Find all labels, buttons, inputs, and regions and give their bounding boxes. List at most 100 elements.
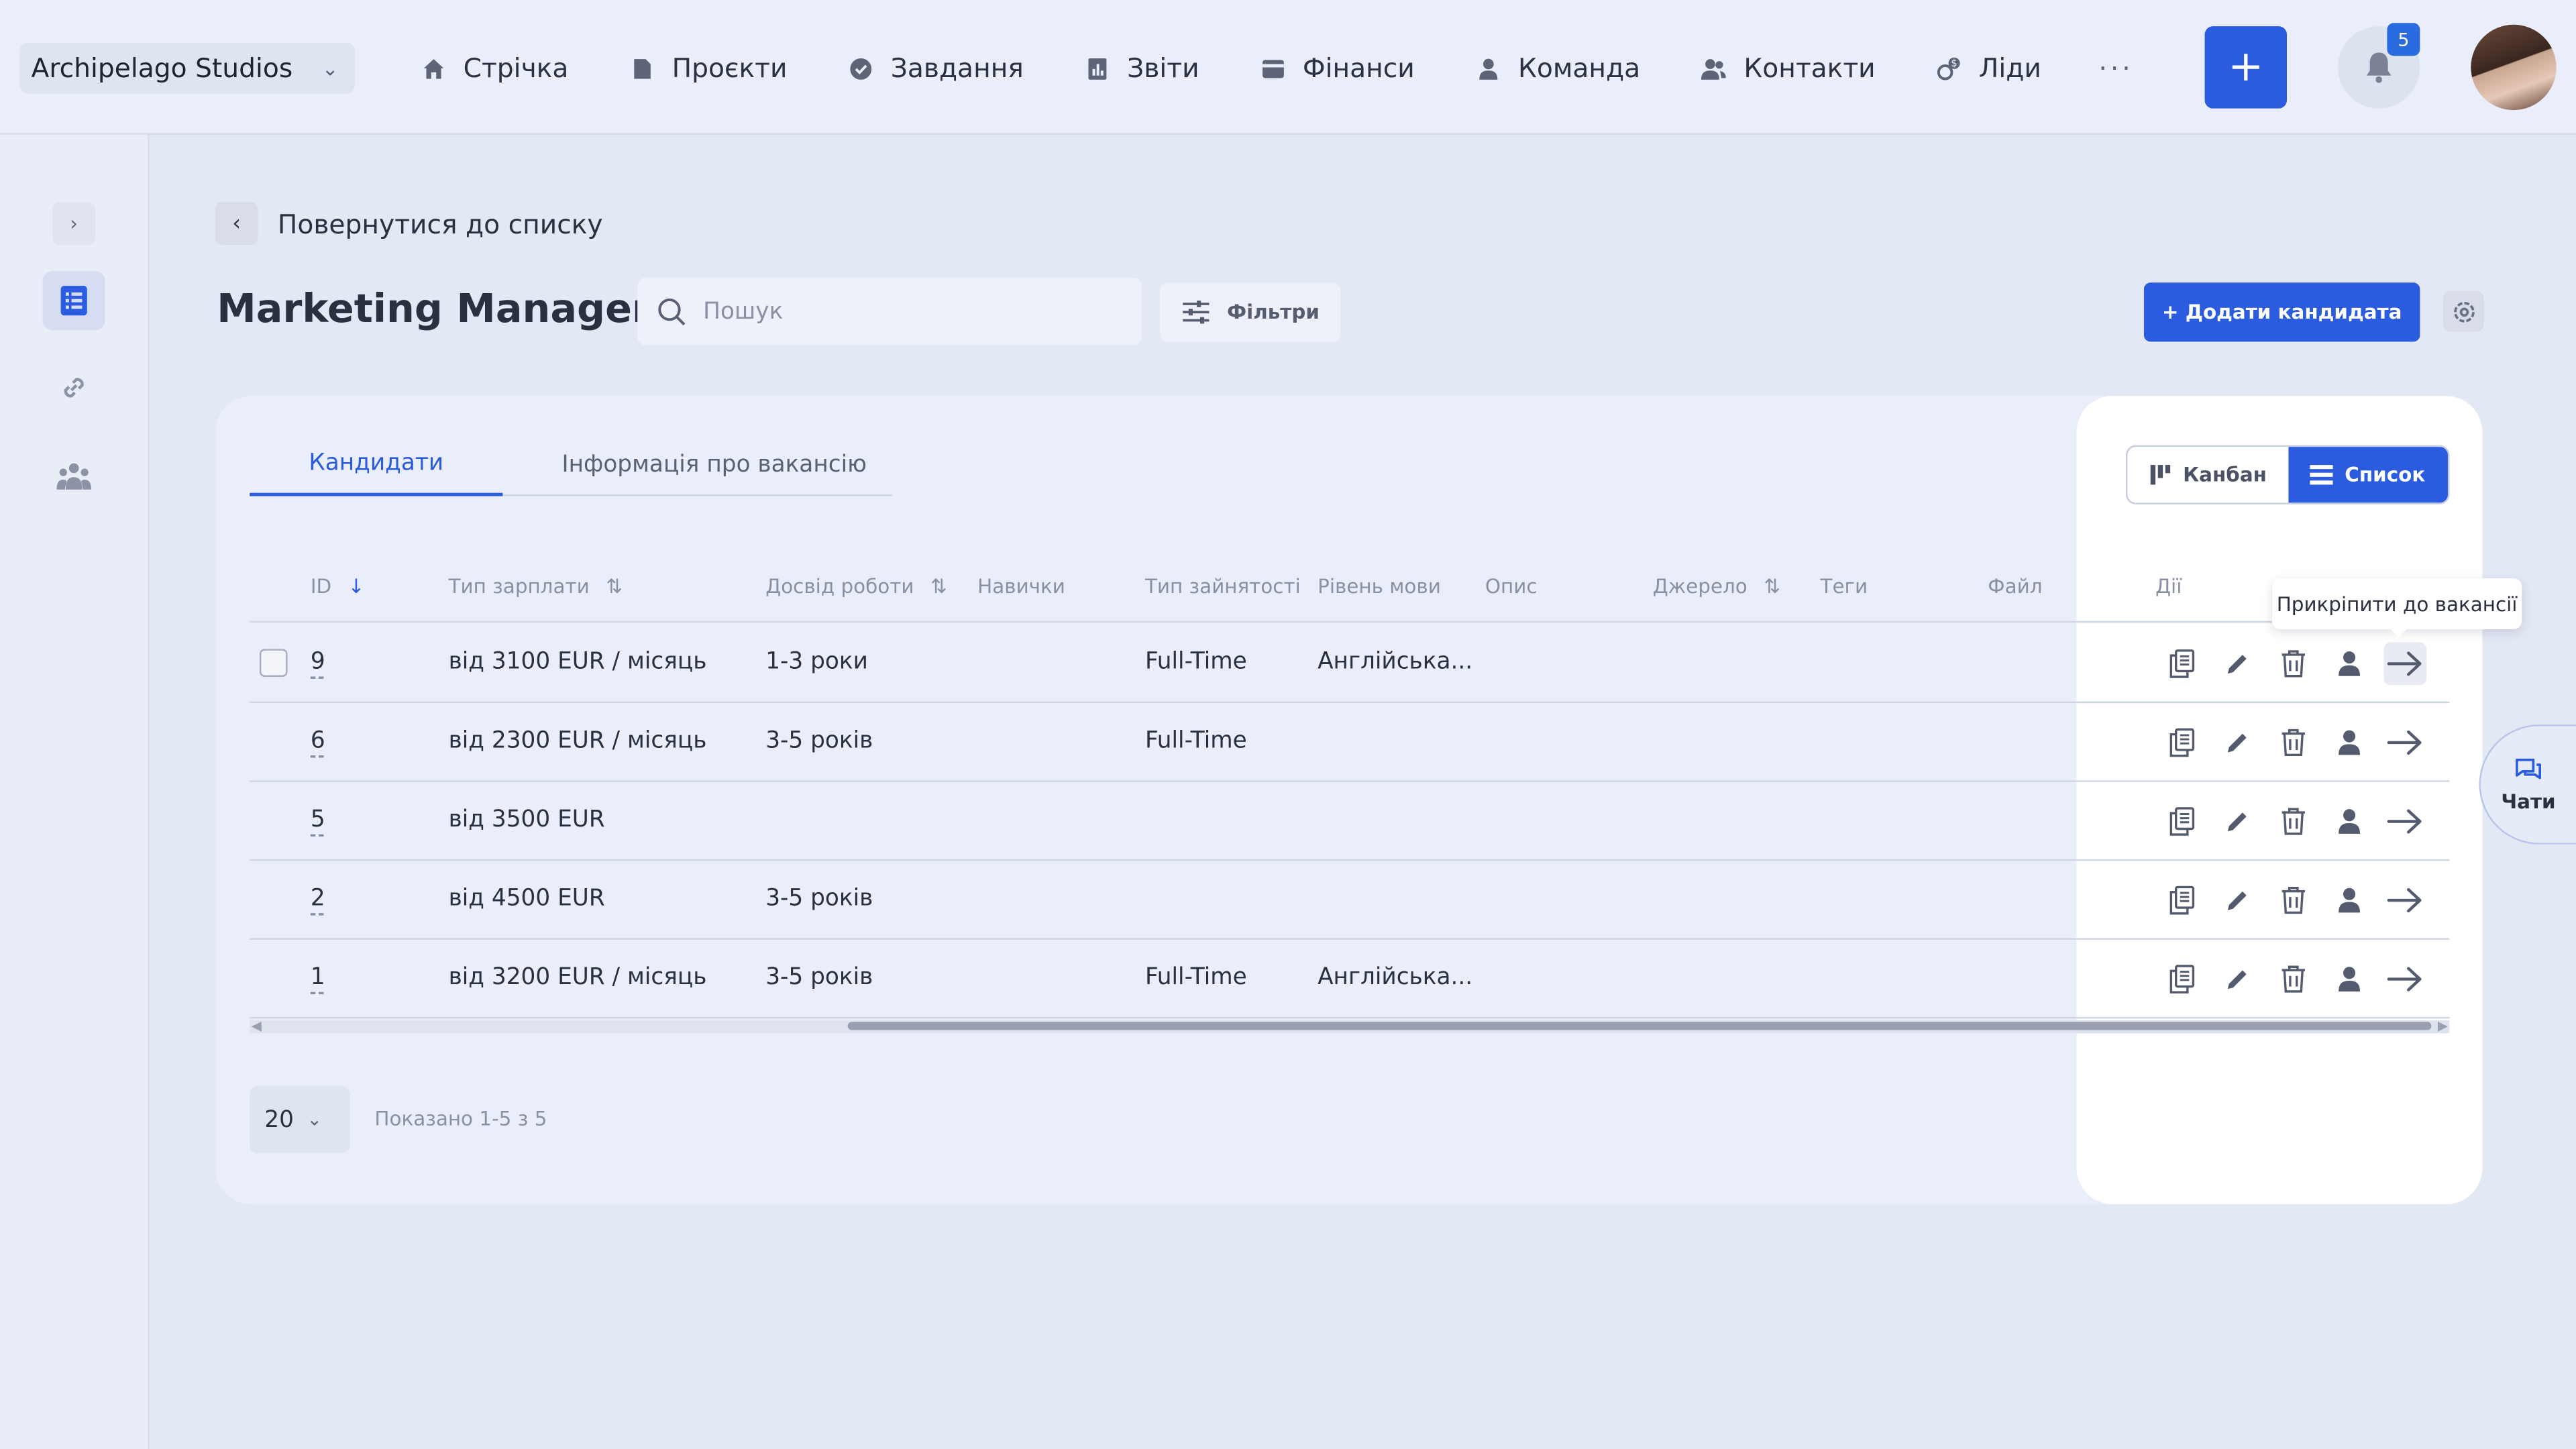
nav-item-contacts[interactable]: Контакти <box>1701 52 1876 84</box>
nav-item-projects[interactable]: Проєкти <box>629 52 787 84</box>
nav-item-label: Ліди <box>1978 52 2041 84</box>
trash-icon <box>2280 649 2306 678</box>
sort-icon: ⇅ <box>1764 575 1780 598</box>
row-actions <box>2160 642 2439 686</box>
column-header-file: Файл <box>1988 575 2043 598</box>
edit-button[interactable] <box>2216 958 2259 1001</box>
delete-button[interactable] <box>2272 958 2315 1001</box>
organization-select[interactable]: Archipelago Studios ⌄ <box>19 42 355 94</box>
sort-icon: ⇅ <box>606 575 623 598</box>
delete-button[interactable] <box>2272 800 2315 843</box>
scroll-right-arrow-icon[interactable]: ▶ <box>2438 1018 2448 1033</box>
table-row[interactable]: 2 від 4500 EUR 3-5 років <box>250 861 2450 940</box>
tabs: Кандидати Інформація про вакансію <box>250 432 892 496</box>
row-checkbox[interactable] <box>259 649 288 677</box>
nav-item-feed[interactable]: Стрічка <box>421 52 568 84</box>
scrollbar-thumb[interactable] <box>847 1022 2432 1030</box>
nav-item-finance[interactable]: Фінанси <box>1260 52 1415 84</box>
edit-button[interactable] <box>2216 721 2259 764</box>
sidebar-item-vacancies[interactable] <box>42 271 105 331</box>
delete-button[interactable] <box>2272 643 2315 686</box>
attach-to-vacancy-button[interactable] <box>2383 958 2426 1001</box>
chats-button[interactable]: Чати <box>2479 724 2576 845</box>
nav-item-label: Проєкти <box>672 52 788 84</box>
candidate-id[interactable]: 9 <box>311 649 325 675</box>
search-input[interactable] <box>703 298 1097 325</box>
attach-to-vacancy-button[interactable] <box>2383 800 2426 843</box>
copy-button[interactable] <box>2160 721 2203 764</box>
nav-item-team[interactable]: Команда <box>1475 52 1640 84</box>
candidate-profile-button[interactable] <box>2328 879 2371 922</box>
table-header: ID ↓ Тип зарплати ⇅ Досвід роботи ⇅ Навички… <box>250 553 2450 623</box>
kanban-view-button[interactable]: Канбан <box>2127 447 2288 502</box>
user-avatar[interactable] <box>2471 24 2557 111</box>
notifications-badge: 5 <box>2387 23 2420 56</box>
scroll-left-arrow-icon[interactable]: ◀ <box>252 1018 262 1033</box>
table-row[interactable]: 5 від 3500 EUR <box>250 782 2450 861</box>
filters-button[interactable]: Фільтри <box>1159 282 1341 342</box>
sidebar-item-links[interactable] <box>43 358 105 417</box>
candidate-id[interactable]: 5 <box>311 806 325 833</box>
kanban-icon <box>2149 464 2171 486</box>
chevron-left-icon: ‹ <box>215 202 258 245</box>
page-title: Marketing Manager <box>217 286 651 332</box>
candidate-profile-button[interactable] <box>2328 721 2371 764</box>
candidate-profile-button[interactable] <box>2328 958 2371 1001</box>
back-to-list-link[interactable]: ‹ Повернутися до списку <box>215 202 603 245</box>
main-nav: Стрічка Проєкти Завдання Звіти Фінанси К… <box>421 43 2134 94</box>
sliders-icon <box>1181 299 1210 325</box>
page-size-select[interactable]: 20 ⌄ <box>250 1085 350 1154</box>
table-row[interactable]: 6 від 2300 EUR / місяць 3-5 років Full-Time <box>250 703 2450 782</box>
delete-button[interactable] <box>2272 879 2315 922</box>
page-size-value: 20 <box>264 1106 294 1133</box>
list-icon <box>2310 465 2334 485</box>
report-icon <box>1084 55 1110 81</box>
arrow-right-icon <box>2387 729 2423 755</box>
copy-button[interactable] <box>2160 800 2203 843</box>
copy-button[interactable] <box>2160 879 2203 922</box>
person-icon <box>2338 651 2361 677</box>
table-row[interactable]: 9 від 3100 EUR / місяць 1-3 роки Full-Time А… <box>250 625 2450 704</box>
copy-button[interactable] <box>2160 958 2203 1001</box>
delete-button[interactable] <box>2272 721 2315 764</box>
nav-more-button[interactable]: ··· <box>2099 52 2134 84</box>
copy-button[interactable] <box>2160 643 2203 686</box>
horizontal-scrollbar[interactable]: ◀ ▶ <box>250 1017 2450 1035</box>
nav-item-leads[interactable]: $ Ліди <box>1936 52 2041 84</box>
salary-cell: від 2300 EUR / місяць <box>448 727 707 755</box>
candidate-profile-button[interactable] <box>2328 800 2371 843</box>
row-actions <box>2160 800 2439 843</box>
nav-item-tasks[interactable]: Завдання <box>848 52 1024 84</box>
candidate-id[interactable]: 2 <box>311 885 325 912</box>
attach-to-vacancy-button[interactable] <box>2383 879 2426 922</box>
candidate-id[interactable]: 1 <box>311 965 325 991</box>
column-header-experience[interactable]: Досвід роботи ⇅ <box>765 575 947 598</box>
chevron-down-icon: ⌄ <box>307 1109 323 1130</box>
nav-item-reports[interactable]: Звіти <box>1084 52 1199 84</box>
tab-candidates[interactable]: Кандидати <box>250 432 503 496</box>
attach-to-vacancy-button[interactable] <box>2383 642 2427 686</box>
column-header-salary[interactable]: Тип зарплати ⇅ <box>449 575 623 598</box>
add-candidate-button[interactable]: + Додати кандидата <box>2143 282 2420 342</box>
edit-button[interactable] <box>2216 643 2259 686</box>
edit-button[interactable] <box>2216 879 2259 922</box>
tab-vacancy-info[interactable]: Інформація про вакансію <box>502 432 926 496</box>
table-settings-button[interactable] <box>2443 290 2484 332</box>
sidebar-expand-button[interactable]: › <box>52 202 96 245</box>
column-header-source[interactable]: Джерело ⇅ <box>1653 575 1780 598</box>
column-header-id[interactable]: ID ↓ <box>311 575 364 598</box>
attach-to-vacancy-button[interactable] <box>2383 721 2426 764</box>
table-row[interactable]: 1 від 3200 EUR / місяць 3-5 років Full-Time… <box>250 940 2450 1019</box>
pencil-icon <box>2224 808 2251 835</box>
list-view-button[interactable]: Список <box>2288 447 2449 503</box>
person-icon <box>2338 729 2361 755</box>
candidate-profile-button[interactable] <box>2328 643 2371 686</box>
edit-button[interactable] <box>2216 800 2259 843</box>
candidate-id[interactable]: 6 <box>311 728 325 754</box>
nav-item-label: Завдання <box>890 52 1024 84</box>
sidebar-item-candidates[interactable] <box>43 447 105 506</box>
contacts-icon <box>1701 55 1727 81</box>
global-add-button[interactable]: + <box>2204 26 2288 109</box>
check-circle-icon <box>848 55 874 81</box>
copy-icon <box>2169 885 2195 915</box>
